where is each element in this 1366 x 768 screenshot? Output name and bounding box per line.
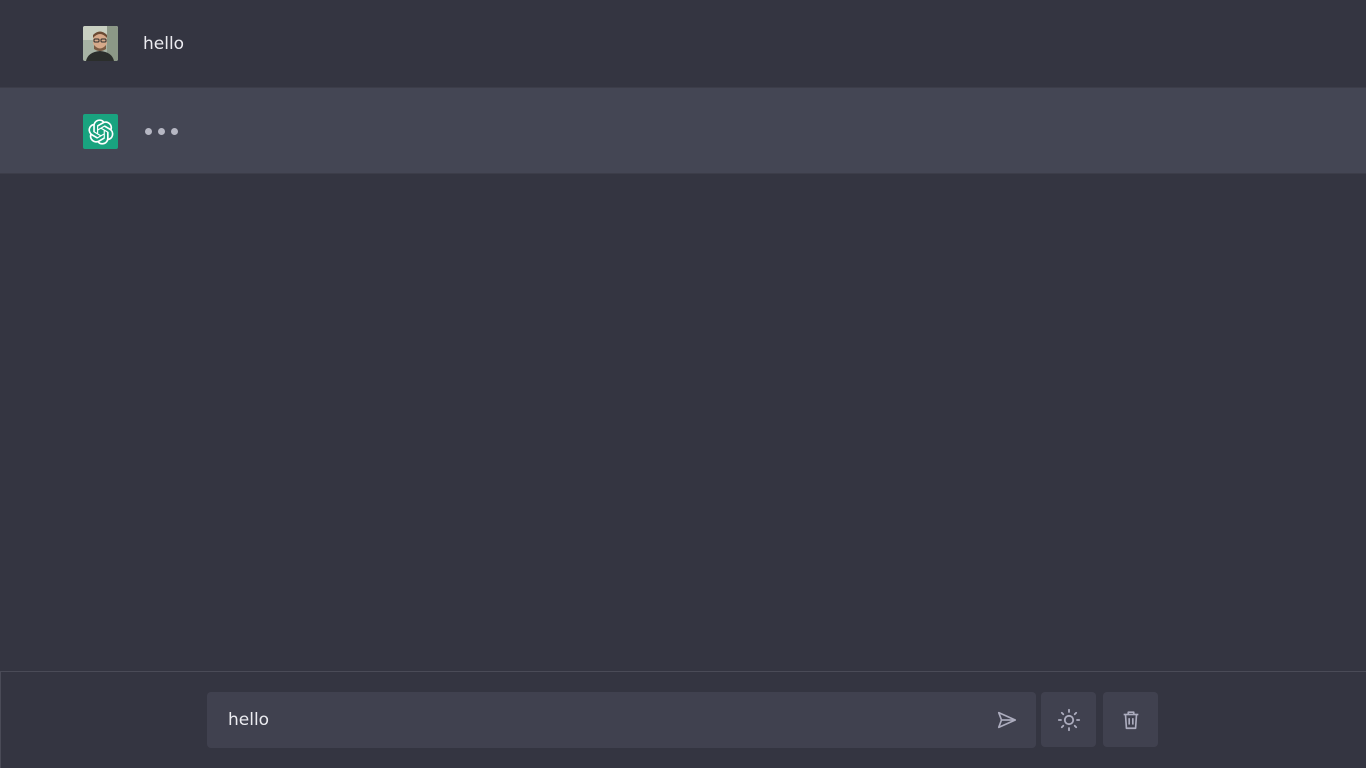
user-message: hello: [0, 0, 1366, 87]
typing-dot: [145, 128, 152, 135]
sun-icon: [1057, 708, 1080, 731]
user-message-text: hello: [143, 34, 185, 54]
assistant-message: [0, 87, 1366, 174]
message-input[interactable]: [207, 692, 967, 748]
theme-toggle-button[interactable]: [1041, 692, 1096, 747]
typing-indicator: [145, 128, 178, 135]
message-input-container: [207, 692, 1036, 748]
user-avatar: [83, 26, 118, 61]
send-button[interactable]: [996, 709, 1018, 731]
send-icon: [997, 711, 1017, 729]
composer-bar: [0, 671, 1366, 768]
user-photo-avatar-icon: [83, 26, 118, 61]
typing-dot: [171, 128, 178, 135]
trash-icon: [1123, 710, 1138, 729]
conversation-area: hello: [0, 0, 1366, 671]
assistant-avatar: [83, 114, 118, 149]
clear-chat-button[interactable]: [1103, 692, 1158, 747]
typing-dot: [158, 128, 165, 135]
chat-app: hello: [0, 0, 1366, 768]
openai-logo-icon: [87, 118, 113, 145]
